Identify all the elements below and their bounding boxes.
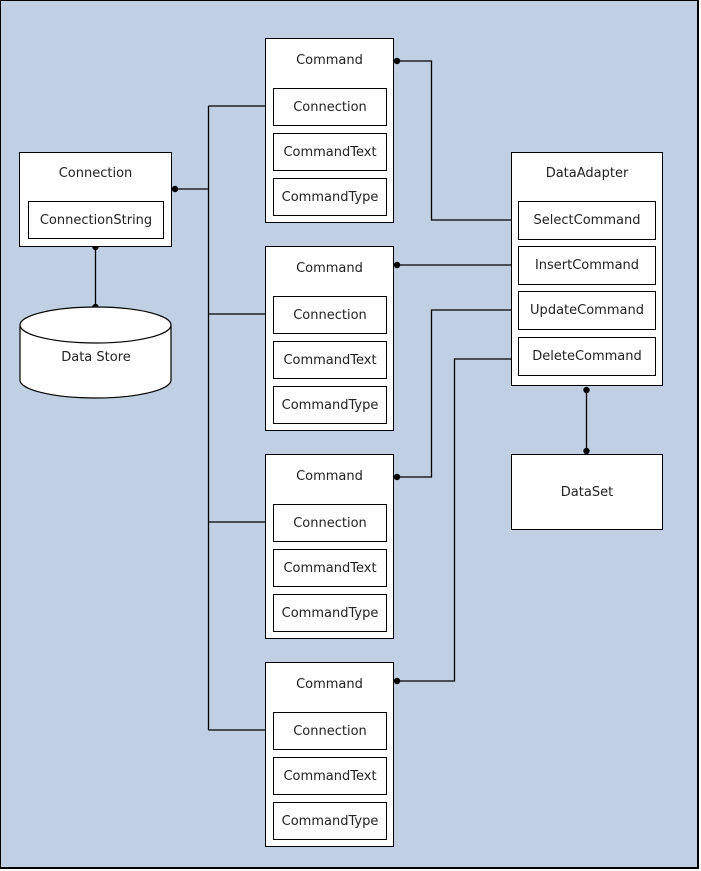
delete-command-field: DeleteCommand [518,337,656,376]
command-title: Command [296,261,363,276]
command-type-field: CommandType [273,802,387,840]
data-adapter-title: DataAdapter [545,166,629,181]
insert-command-field: InsertCommand [518,246,656,285]
command-text-field: CommandText [273,133,387,171]
connector-command-4-delete [397,358,516,682]
connection-title: Connection [58,166,133,181]
command-object-2: Command Connection CommandText CommandTy… [265,246,394,431]
data-adapter-object: DataAdapter SelectCommand InsertCommand … [511,152,663,386]
command-title: Command [296,677,363,692]
command-connection-field: Connection [273,88,387,126]
command-connection-field: Connection [273,504,387,542]
connector-command-3-update [397,309,516,478]
update-command-field: UpdateCommand [518,291,656,330]
connector-dot [393,57,401,65]
connector-dot [583,386,590,394]
connector-dot [393,677,401,685]
connection-string-field: ConnectionString [28,201,164,239]
data-set-label: DataSet [560,484,614,500]
data-set-object: DataSet [511,454,663,530]
command-text-field: CommandText [273,549,387,587]
command-connection-field: Connection [273,296,387,334]
connector-dot [393,473,401,481]
connector-dot [393,261,401,269]
command-type-field: CommandType [273,386,387,424]
command-text-field: CommandText [273,341,387,379]
command-title: Command [296,469,363,484]
diagram-canvas: Connection ConnectionString Data Store C… [0,0,701,871]
command-connection-field: Connection [273,712,387,750]
command-type-field: CommandType [273,594,387,632]
command-object-4: Command Connection CommandText CommandTy… [265,662,394,847]
connector-dot [171,185,179,193]
command-type-field: CommandType [273,178,387,216]
command-title: Command [296,53,363,68]
connection-object: Connection ConnectionString [19,152,172,247]
command-object-1: Command Connection CommandText CommandTy… [265,38,394,223]
data-store-label: Data Store [61,350,131,365]
select-command-field: SelectCommand [518,201,656,240]
command-text-field: CommandText [273,757,387,795]
command-object-3: Command Connection CommandText CommandTy… [265,454,394,639]
connector-command-1-select [397,60,516,221]
